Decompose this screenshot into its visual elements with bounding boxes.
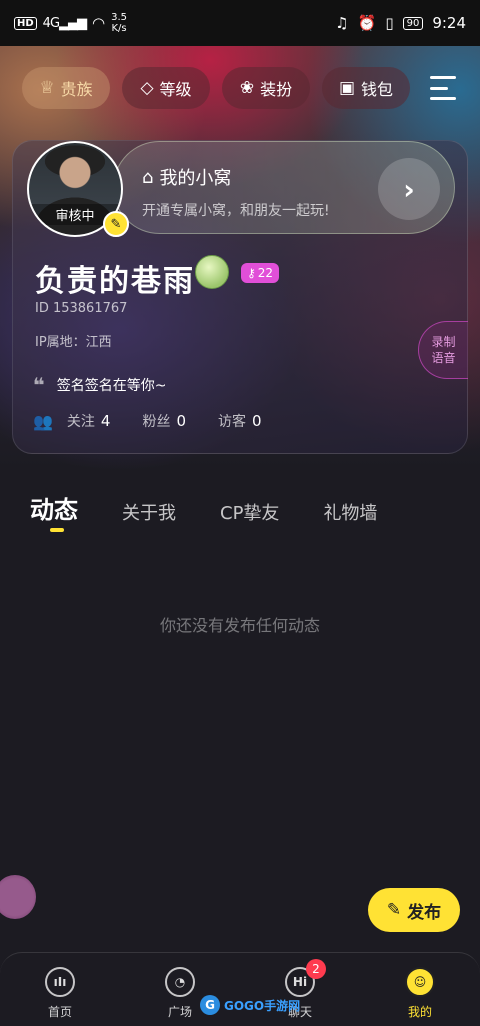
chevron-right-icon[interactable]: › — [378, 158, 440, 220]
user-id: ID 153861767 — [35, 301, 128, 316]
nest-subtitle: 开通专属小窝，和朋友一起玩! — [142, 203, 330, 219]
bottom-nav-home[interactable]: ıIı 首页 — [20, 967, 100, 1020]
edit-avatar-icon[interactable]: ✎ — [103, 211, 129, 237]
status-bar: HD 4G▂▄▆ ◠ 3.5 K/s ♫ ⏰ ▯ 90 9:24 — [0, 0, 480, 46]
signature-row[interactable]: ❝ 签名签名在等你~ — [33, 373, 166, 397]
nav-level-button[interactable]: ◇ 等级 — [122, 67, 210, 109]
nest-title: ⌂ 我的小窝 — [142, 166, 232, 190]
bow-icon: ❀ — [239, 78, 255, 98]
tab-moments[interactable]: 动态 — [30, 490, 78, 532]
nav-dressup-button[interactable]: ❀ 装扮 — [222, 67, 310, 109]
tab-gift-wall[interactable]: 礼物墙 — [323, 499, 377, 525]
signature-text: 签名签名在等你~ — [56, 378, 167, 394]
record-voice-button[interactable]: 录制 语音 — [418, 321, 468, 379]
tab-cp-friends[interactable]: CP挚友 — [220, 499, 279, 525]
tab-about-me[interactable]: 关于我 — [122, 499, 176, 525]
gem-icon: ◇ — [140, 78, 154, 98]
people-icon: 👥 — [33, 411, 53, 431]
menu-button[interactable] — [426, 73, 462, 103]
home-wave-icon: ıIı — [45, 967, 75, 997]
melon-badge-icon — [195, 255, 229, 289]
content-tabs: 动态 关于我 CP挚友 礼物墙 — [30, 490, 421, 532]
my-nest-banner[interactable]: ⌂ 我的小窝 开通专属小窝，和朋友一起玩! › — [113, 141, 455, 234]
empty-state-text: 你还没有发布任何动态 — [159, 616, 320, 635]
username: 负责的巷雨 — [35, 264, 195, 299]
level-badge: ⚷ 22 — [241, 263, 280, 283]
quote-icon: ❝ — [33, 373, 45, 397]
clock: 9:24 — [432, 14, 466, 32]
wallet-icon: ▣ — [338, 78, 356, 98]
unread-badge: 2 — [306, 959, 326, 979]
floating-mascot-icon[interactable] — [0, 875, 36, 919]
me-face-icon: ☺ — [405, 967, 435, 997]
plaza-icon: ◔ — [165, 967, 195, 997]
signal-icon: 4G▂▄▆ — [42, 15, 87, 31]
headphones-icon: ♫ — [335, 14, 349, 32]
wifi-icon: ◠ — [92, 14, 106, 32]
top-nav: ♕ 贵族 ◇ 等级 ❀ 装扮 ▣ 钱包 — [22, 67, 462, 109]
house-icon: ⌂ — [142, 166, 154, 188]
ip-location: IP属地：江西 — [35, 335, 112, 350]
stats-row: 👥 关注 4 粉丝 0 访客 0 — [33, 411, 294, 431]
vibrate-icon: ▯ — [385, 14, 394, 32]
pencil-icon: ✎ — [386, 900, 402, 920]
alarm-icon: ⏰ — [357, 14, 377, 32]
stat-fans[interactable]: 粉丝 0 — [142, 411, 186, 431]
crown-icon: ♕ — [39, 78, 55, 98]
profile-card: ⌂ 我的小窝 开通专属小窝，和朋友一起玩! › 审核中 ✎ 负责的巷雨 ⚷ 22… — [12, 140, 468, 454]
battery-indicator: 90 — [402, 16, 424, 30]
stat-visitors[interactable]: 访客 0 — [218, 411, 262, 431]
nav-dressup-label: 装扮 — [260, 80, 293, 99]
publish-button[interactable]: ✎ 发布 — [368, 888, 460, 932]
nav-wallet-label: 钱包 — [361, 80, 394, 99]
nav-noble-label: 贵族 — [60, 80, 93, 99]
nav-wallet-button[interactable]: ▣ 钱包 — [322, 67, 410, 109]
stat-following[interactable]: 关注 4 — [67, 411, 111, 431]
key-icon: ⚷ — [247, 266, 256, 280]
hd-indicator: HD — [14, 16, 37, 30]
watermark-logo: G GOGO手游网 — [200, 994, 300, 1016]
network-speed: 3.5 K/s — [111, 12, 128, 34]
nav-noble-button[interactable]: ♕ 贵族 — [22, 67, 110, 109]
nav-level-label: 等级 — [159, 80, 192, 99]
gogo-logo-icon: G — [200, 995, 220, 1015]
bottom-nav-me[interactable]: ☺ 我的 — [380, 967, 460, 1020]
